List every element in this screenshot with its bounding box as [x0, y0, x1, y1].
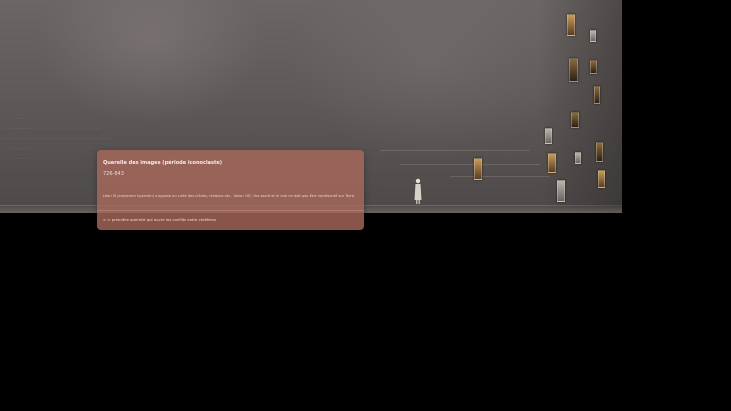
popup-dates: 726-843 [103, 171, 124, 177]
painting-thumbnail-icon[interactable] [567, 14, 575, 36]
event-info-popup[interactable]: Querelle des images (période iconoclaste… [97, 150, 364, 230]
painting-thumbnail-icon[interactable] [575, 152, 581, 164]
popup-title: Querelle des images (période iconoclaste… [103, 160, 223, 166]
faint-label: · · · · · · · · · · · · · · · · · · · · … [0, 136, 113, 143]
painting-thumbnail-icon[interactable] [545, 128, 552, 144]
faint-label: · · · · · · · · · · · · · · · · · · · · … [0, 146, 94, 153]
timeline-connector [400, 164, 540, 165]
painting-thumbnail-icon[interactable] [598, 170, 605, 188]
popup-description: Léon III (empereur byzantin) s'oppose au… [103, 194, 356, 198]
painting-thumbnail-icon[interactable] [474, 158, 482, 180]
painting-thumbnail-icon[interactable] [590, 30, 596, 42]
painting-thumbnail-icon[interactable] [594, 86, 600, 104]
painting-thumbnail-icon[interactable] [596, 142, 603, 162]
painting-thumbnail-icon[interactable] [569, 58, 578, 82]
timeline-connector [380, 150, 530, 151]
painting-thumbnail-icon[interactable] [571, 112, 579, 128]
popup-divider [97, 210, 364, 211]
painting-thumbnail-icon[interactable] [557, 180, 565, 202]
faint-label: · · · · · · · · · · · · · · · · · · · · … [0, 126, 102, 133]
faint-label: · · · · · · · · · · · · · · · · · · · · [0, 156, 75, 163]
painting-thumbnail-icon[interactable] [590, 60, 597, 74]
painting-thumbnail-icon[interactable] [548, 153, 556, 173]
thumbnail-strip [540, 0, 622, 213]
standing-figure-icon[interactable] [414, 178, 422, 204]
popup-related-link[interactable]: > > première querelle qui ouvre les conf… [103, 217, 216, 222]
faint-label: · · · · · · · · · · · · · · · · · · · · … [0, 116, 90, 123]
timeline-connector [450, 176, 550, 177]
